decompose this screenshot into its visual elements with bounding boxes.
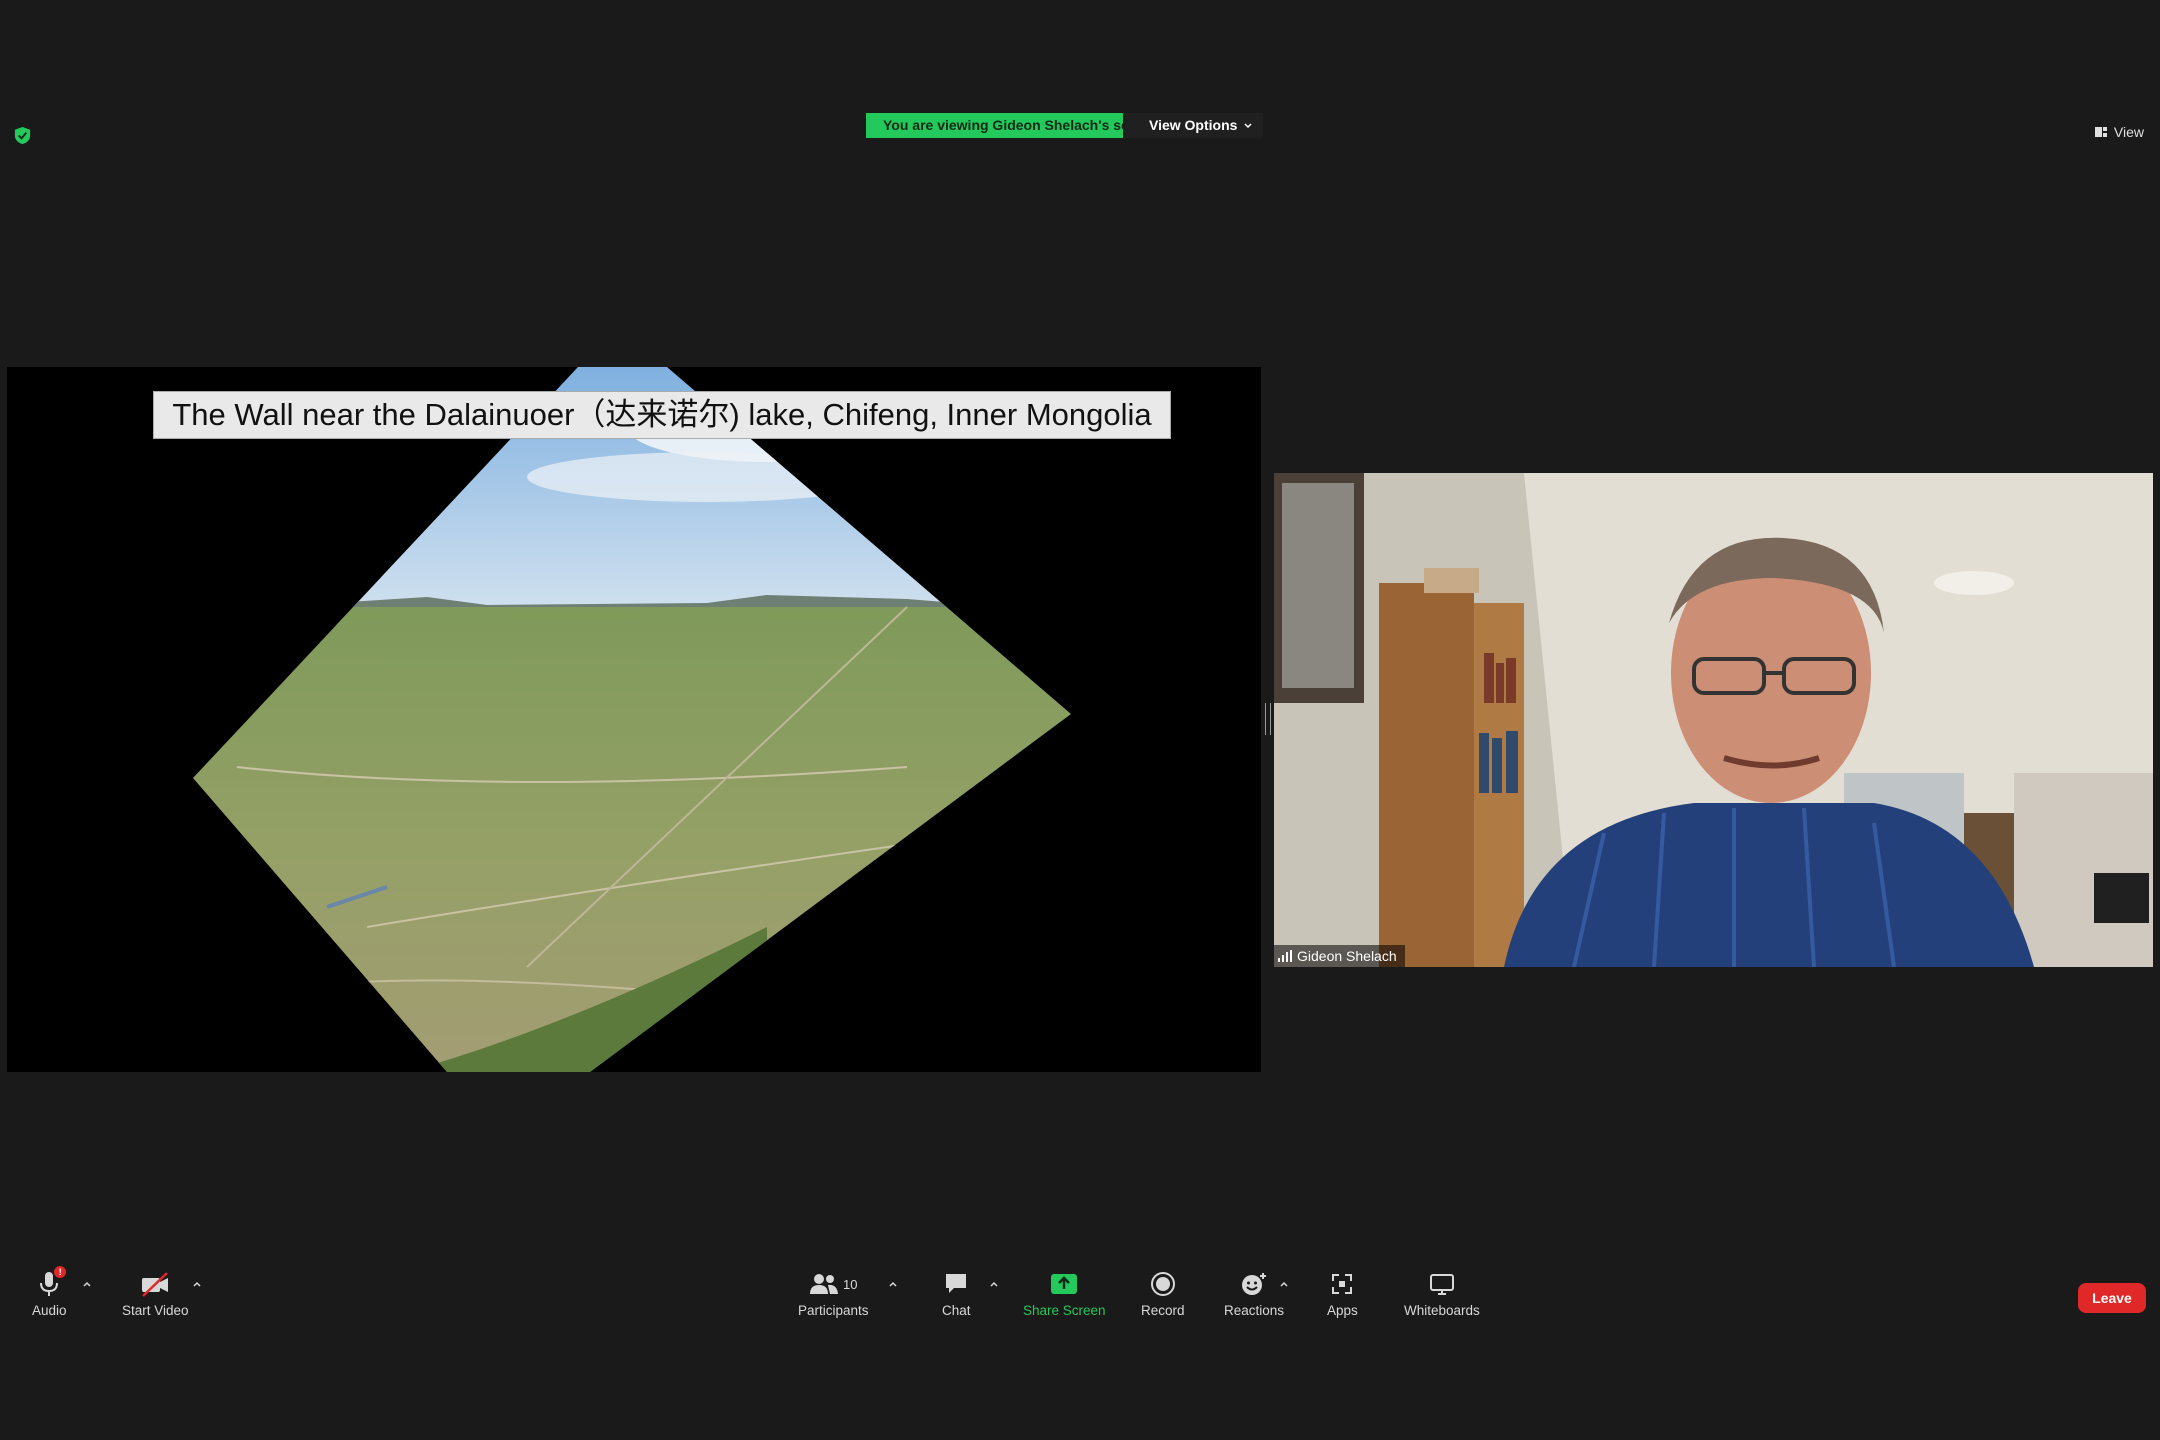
chevron-down-icon [1244, 122, 1252, 128]
alert-badge: ! [54, 1266, 67, 1278]
split-resize-handle[interactable] [1265, 703, 1271, 735]
participant-name: Gideon Shelach [1297, 948, 1397, 964]
apps-button[interactable]: Apps [1327, 1270, 1358, 1318]
view-icon [2094, 127, 2107, 137]
view-button[interactable]: View [2094, 124, 2144, 140]
participants-label: Participants [798, 1303, 869, 1318]
audio-label: Audio [32, 1303, 67, 1318]
apps-label: Apps [1327, 1303, 1358, 1318]
chat-icon [946, 1274, 967, 1293]
meeting-toolbar: ! Audio Start Video 10 Participants Chat… [0, 1256, 2160, 1340]
view-options-label: View Options [1149, 117, 1238, 133]
chat-button[interactable]: Chat [942, 1270, 971, 1318]
share-screen-button[interactable]: Share Screen [1023, 1270, 1106, 1318]
shield-icon[interactable] [13, 126, 32, 145]
slide-title: The Wall near the Dalainuoer（达来诺尔) lake,… [153, 391, 1171, 439]
record-icon [1150, 1272, 1175, 1296]
share-screen-icon [1051, 1274, 1078, 1294]
leave-button[interactable]: Leave [2078, 1283, 2146, 1313]
video-off-icon [142, 1272, 169, 1297]
participants-count: 10 [843, 1276, 858, 1292]
participant-video[interactable]: Gideon Shelach [1274, 473, 2153, 967]
share-screen-label: Share Screen [1023, 1303, 1106, 1318]
reactions-button[interactable]: Reactions [1224, 1270, 1284, 1318]
signal-icon [1278, 950, 1292, 962]
reactions-label: Reactions [1224, 1303, 1285, 1318]
whiteboards-label: Whiteboards [1404, 1303, 1480, 1318]
participants-icon [810, 1274, 839, 1294]
screen-share-banner: You are viewing Gideon Shelach's screen … [866, 113, 1264, 138]
view-options-button[interactable]: View Options [1125, 113, 1264, 138]
viewing-screen-message: You are viewing Gideon Shelach's screen [866, 113, 1158, 138]
view-label: View [2113, 124, 2144, 140]
video-frame [1274, 473, 2153, 967]
slide-photo [193, 367, 1071, 1072]
record-label: Record [1141, 1303, 1185, 1318]
shared-screen[interactable]: The Wall near the Dalainuoer（达来诺尔) lake,… [7, 367, 1261, 1072]
chat-label: Chat [942, 1303, 971, 1318]
start-video-label: Start Video [122, 1303, 189, 1318]
reactions-options-caret-icon[interactable] [1278, 1278, 1290, 1290]
whiteboard-icon [1429, 1274, 1454, 1295]
start-video-button[interactable]: Start Video [122, 1270, 189, 1318]
audio-options-caret-icon[interactable] [81, 1278, 93, 1290]
participants-options-caret-icon[interactable] [887, 1278, 899, 1290]
apps-icon [1332, 1274, 1353, 1294]
participant-name-tag: Gideon Shelach [1274, 945, 1405, 967]
participants-button[interactable]: 10 Participants [798, 1270, 869, 1318]
audio-button[interactable]: ! Audio [32, 1266, 67, 1318]
chat-options-caret-icon[interactable] [988, 1278, 1000, 1290]
whiteboards-button[interactable]: Whiteboards [1404, 1270, 1480, 1318]
video-options-caret-icon[interactable] [191, 1278, 203, 1290]
reactions-icon [1242, 1273, 1267, 1295]
record-button[interactable]: Record [1141, 1270, 1185, 1318]
